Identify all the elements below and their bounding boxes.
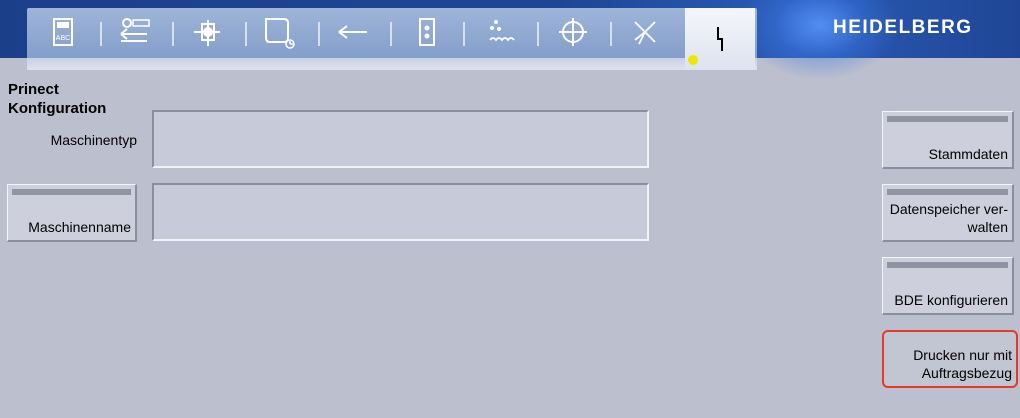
abc-document-icon[interactable]: ABC xyxy=(43,12,83,52)
toolbar-separator xyxy=(318,22,320,46)
toolbar-separator xyxy=(245,22,247,46)
toolbar-separator xyxy=(463,22,465,46)
button-indicator-bar xyxy=(12,189,131,195)
active-indicator-dot xyxy=(688,55,698,65)
maschinenname-field[interactable] xyxy=(152,183,649,241)
stammdaten-button[interactable]: Stammdaten xyxy=(882,111,1014,169)
drucken-nur-mit-auftragsbezug-button-label: Drucken nur mit Auftragsbezug xyxy=(913,347,1012,381)
toolbar-separator xyxy=(537,22,539,46)
register-crosshair-icon[interactable] xyxy=(553,12,593,52)
sheet-transfer-icon[interactable] xyxy=(188,12,228,52)
toolbar-separator xyxy=(172,22,174,46)
job-sheet-icon[interactable] xyxy=(258,12,298,52)
header-glow xyxy=(740,0,900,80)
heidelberg-logo: HEIDELBERG xyxy=(833,17,973,38)
datenspeicher-verwalten-button-label: Datenspeicher ver-walten xyxy=(889,201,1008,235)
arrow-left-icon[interactable] xyxy=(333,12,373,52)
door-icon[interactable] xyxy=(407,12,447,52)
bde-konfigurieren-button-label: BDE konfigurieren xyxy=(894,292,1008,308)
toolbar-separator xyxy=(390,22,392,46)
maschinenname-button-label: Maschinenname xyxy=(28,219,131,235)
svg-text:ABC: ABC xyxy=(56,35,70,42)
toolbar-separator xyxy=(610,22,612,46)
maschinentyp-field[interactable] xyxy=(152,110,649,168)
stammdaten-button-label: Stammdaten xyxy=(928,146,1008,162)
page-title-line1: Prinect xyxy=(8,81,59,98)
button-indicator-bar xyxy=(887,262,1008,268)
feed-settings-icon[interactable] xyxy=(115,12,155,52)
datenspeicher-verwalten-button[interactable]: Datenspeicher ver-walten xyxy=(882,184,1014,242)
maschinentyp-label: Maschinentyp xyxy=(50,132,137,148)
bde-konfigurieren-button[interactable]: BDE konfigurieren xyxy=(882,257,1014,315)
button-indicator-bar xyxy=(887,189,1008,195)
page-title-line2: Konfiguration xyxy=(8,100,107,117)
button-indicator-bar xyxy=(887,116,1008,122)
dampening-icon[interactable] xyxy=(480,12,520,52)
toolbar-shelf xyxy=(27,58,757,70)
page-title: Prinect Konfiguration xyxy=(8,80,106,118)
drucken-nur-mit-auftragsbezug-button[interactable]: Drucken nur mit Auftragsbezug xyxy=(882,330,1018,388)
toolbar-separator xyxy=(100,22,102,46)
maschinenname-button[interactable]: Maschinenname xyxy=(7,184,137,242)
wash-spray-icon[interactable] xyxy=(625,12,665,52)
